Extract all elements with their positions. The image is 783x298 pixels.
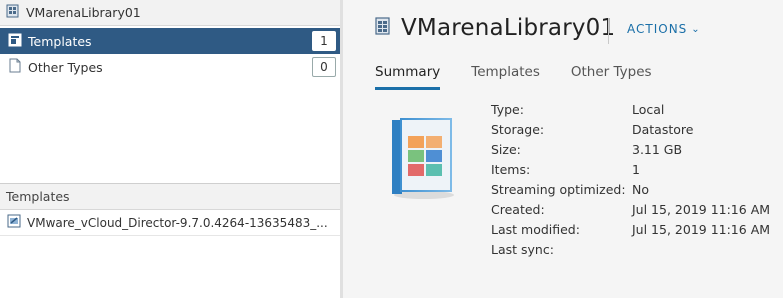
property-value: 3.11 GB [632,142,683,157]
property-row: Items: 1 [491,162,770,182]
content-library-book-icon [388,116,458,204]
property-row: Size: 3.11 GB [491,142,770,162]
property-value: Jul 15, 2019 11:16 AM [632,202,771,217]
library-header-title: VMarenaLibrary01 [26,5,141,20]
page-title-row: VMarenaLibrary01 [375,15,615,41]
property-key: Type: [491,102,524,117]
tab-bar: Summary Templates Other Types [375,60,683,90]
count-badge: 0 [312,57,336,77]
property-row: Streaming optimized: No [491,182,770,202]
count-badge: 1 [312,31,336,51]
library-icon [6,4,20,22]
tab-templates[interactable]: Templates [471,60,540,90]
property-key: Last modified: [491,222,580,237]
property-row: Created: Jul 15, 2019 11:16 AM [491,202,770,222]
property-key: Last sync: [491,242,554,257]
actions-label: ACTIONS [627,22,688,36]
templates-panel-title: Templates [6,189,70,204]
left-panel: VMarenaLibrary01 Templates 1 Other Types [0,0,340,298]
property-row: Last modified: Jul 15, 2019 11:16 AM [491,222,770,242]
property-key: Storage: [491,122,545,137]
library-header[interactable]: VMarenaLibrary01 [0,0,340,26]
page-title: VMarenaLibrary01 [401,15,616,41]
summary-properties: Type: Local Storage: Datastore Size: 3.1… [491,102,770,262]
tree-item-label: Templates [28,33,92,49]
property-value: Local [632,102,665,117]
title-separator [608,18,609,44]
document-icon [8,58,22,76]
tree-item-other-types[interactable]: Other Types 0 [0,54,340,80]
property-key: Created: [491,202,545,217]
library-tree: Templates 1 Other Types 0 [0,26,340,184]
tab-summary[interactable]: Summary [375,60,441,90]
main-panel: VMarenaLibrary01 ACTIONS ⌄ Summary Templ… [343,0,783,298]
chevron-down-icon: ⌄ [691,23,701,35]
tree-item-templates[interactable]: Templates 1 [0,28,340,54]
property-row: Last sync: [491,242,770,262]
vapp-template-icon [7,214,21,231]
tab-other-types[interactable]: Other Types [571,60,652,90]
property-value: Datastore [632,122,694,137]
property-value: No [632,182,649,197]
property-row: Storage: Datastore [491,122,770,142]
templates-panel-header: Templates [0,184,340,210]
property-row: Type: Local [491,102,770,122]
library-icon [375,16,391,40]
property-value: 1 [632,162,640,177]
property-value: Jul 15, 2019 11:16 AM [632,222,771,237]
list-item[interactable]: VMware_vCloud_Director-9.7.0.4264-136354… [0,210,340,236]
templates-icon [8,33,22,50]
property-key: Items: [491,162,531,177]
tree-item-label: Other Types [28,59,103,75]
property-key: Size: [491,142,521,157]
property-key: Streaming optimized: [491,182,626,197]
actions-menu-button[interactable]: ACTIONS ⌄ [627,22,701,36]
template-name: VMware_vCloud_Director-9.7.0.4264-136354… [27,215,328,230]
